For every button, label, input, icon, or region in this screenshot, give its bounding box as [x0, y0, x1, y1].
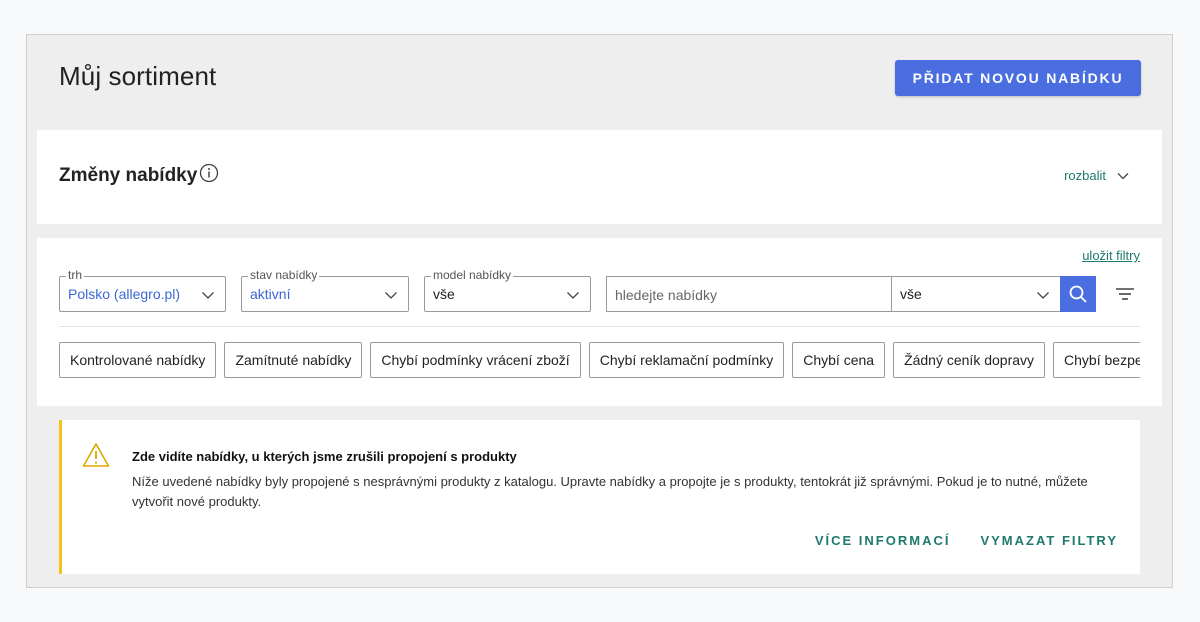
chip-missing-warranty-policy[interactable]: Chybí reklamační podmínky [588, 342, 785, 378]
quick-filter-chips: Kontrolované nabídky Zamítnuté nabídky C… [59, 342, 1140, 378]
chip-checked-offers[interactable]: Kontrolované nabídky [59, 342, 217, 378]
search-input[interactable]: hledejte nabídky [606, 276, 892, 312]
clear-filters-link[interactable]: VYMAZAT FILTRY [980, 533, 1118, 548]
search-scope-select[interactable]: vše [891, 276, 1061, 312]
alert-text: Níže uvedené nabídky byly propojené s ne… [132, 474, 1088, 509]
chip-rejected-offers[interactable]: Zamítnuté nabídky [224, 342, 363, 378]
offer-changes-panel: Změny nabídky rozbalit [37, 130, 1162, 224]
expand-label: rozbalit [1064, 168, 1106, 183]
search-icon [1069, 285, 1087, 303]
expand-toggle[interactable]: rozbalit [1064, 168, 1130, 183]
chevron-down-icon [385, 292, 397, 299]
chevron-down-icon [202, 292, 214, 299]
search-button[interactable] [1060, 276, 1096, 312]
market-select[interactable]: trh Polsko (allegro.pl) [59, 268, 226, 312]
offer-status-label: stav nabídky [248, 268, 320, 282]
chevron-down-icon [1037, 292, 1049, 299]
offer-status-select[interactable]: stav nabídky aktivní [241, 268, 409, 312]
warning-alert: Zde vidíte nabídky, u kterých jsme zruši… [59, 420, 1140, 574]
more-info-link[interactable]: VÍCE INFORMACÍ [815, 533, 951, 548]
alert-actions: VÍCE INFORMACÍ VYMAZAT FILTRY [815, 533, 1118, 548]
add-offer-button[interactable]: PŘIDAT NOVOU NABÍDKU [895, 60, 1141, 96]
alert-title: Zde vidíte nabídky, u kterých jsme zruši… [132, 449, 517, 464]
chevron-down-icon [567, 292, 579, 299]
chip-no-shipping-rates[interactable]: Žádný ceník dopravy [893, 342, 1046, 378]
save-filters-link[interactable]: uložit filtry [1082, 248, 1140, 263]
offer-model-select[interactable]: model nabídky vše [424, 268, 591, 312]
main-frame: Můj sortiment PŘIDAT NOVOU NABÍDKU Změny… [26, 34, 1173, 588]
chevron-down-icon [1117, 172, 1129, 179]
filters-panel: uložit filtry trh Polsko (allegro.pl) st… [37, 238, 1162, 406]
warning-icon [82, 443, 110, 467]
market-label: trh [66, 268, 85, 282]
offer-model-label: model nabídky [431, 268, 514, 282]
offer-status-value: aktivní [250, 286, 291, 302]
offer-changes-title: Změny nabídky [59, 165, 198, 186]
search-placeholder: hledejte nabídky [615, 287, 717, 303]
chip-missing-return-policy[interactable]: Chybí podmínky vrácení zboží [370, 342, 581, 378]
page-title: Můj sortiment [59, 61, 217, 91]
market-value: Polsko (allegro.pl) [68, 286, 181, 302]
info-icon[interactable] [199, 163, 219, 183]
search-scope-value: vše [900, 286, 922, 302]
chip-missing-price[interactable]: Chybí cena [792, 342, 886, 378]
divider [59, 326, 1140, 327]
chip-missing-safety-info[interactable]: Chybí bezpečnostní info [1053, 342, 1140, 378]
offer-model-value: vše [433, 286, 455, 302]
filter-settings-icon[interactable] [1114, 283, 1136, 305]
